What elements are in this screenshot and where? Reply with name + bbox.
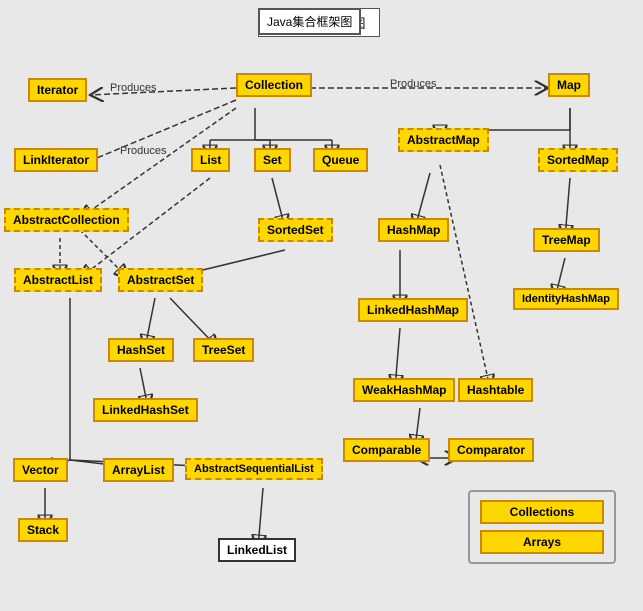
node-collection[interactable]: Collection: [236, 73, 312, 97]
produces-label-3: Produces: [120, 145, 166, 157]
node-comparable[interactable]: Comparable: [343, 438, 430, 462]
node-hashmap[interactable]: HashMap: [378, 218, 449, 242]
node-abstractsequentiallist[interactable]: AbstractSequentialList: [185, 458, 323, 480]
node-hashtable[interactable]: Hashtable: [458, 378, 533, 402]
node-arraylist[interactable]: ArrayList: [103, 458, 174, 482]
node-sortedset[interactable]: SortedSet: [258, 218, 333, 242]
node-abstractset[interactable]: AbstractSet: [118, 268, 203, 292]
node-set[interactable]: Set: [254, 148, 291, 172]
node-linkedhashset[interactable]: LinkedHashSet: [93, 398, 198, 422]
node-linkedhashmap[interactable]: LinkedHashMap: [358, 298, 468, 322]
node-abstractmap[interactable]: AbstractMap: [398, 128, 489, 152]
node-comparator[interactable]: Comparator: [448, 438, 534, 462]
node-linkiterator[interactable]: LinkIterator: [14, 148, 98, 172]
node-map[interactable]: Map: [548, 73, 590, 97]
node-list[interactable]: List: [191, 148, 230, 172]
node-title: Java集合框架图: [258, 8, 361, 35]
node-queue[interactable]: Queue: [313, 148, 368, 172]
node-hashset[interactable]: HashSet: [108, 338, 174, 362]
node-collections[interactable]: Collections: [480, 500, 604, 524]
produces-label-2: Produces: [390, 78, 436, 90]
node-iterator[interactable]: Iterator: [28, 78, 87, 102]
node-linkedlist[interactable]: LinkedList: [218, 538, 296, 562]
node-abstractcollection[interactable]: AbstractCollection: [4, 208, 129, 232]
node-weakhashmap[interactable]: WeakHashMap: [353, 378, 455, 402]
node-sortedmap[interactable]: SortedMap: [538, 148, 618, 172]
node-stack[interactable]: Stack: [18, 518, 68, 542]
legend-box: Collections Arrays: [468, 490, 616, 564]
node-arrays[interactable]: Arrays: [480, 530, 604, 554]
node-identityhashmap[interactable]: IdentityHashMap: [513, 288, 619, 310]
node-treemap[interactable]: TreeMap: [533, 228, 600, 252]
produces-label-1: Produces: [110, 82, 156, 94]
diagram-container: Java集合框架图: [0, 0, 643, 611]
node-vector[interactable]: Vector: [13, 458, 68, 482]
node-treeset[interactable]: TreeSet: [193, 338, 254, 362]
node-abstractlist[interactable]: AbstractList: [14, 268, 102, 292]
